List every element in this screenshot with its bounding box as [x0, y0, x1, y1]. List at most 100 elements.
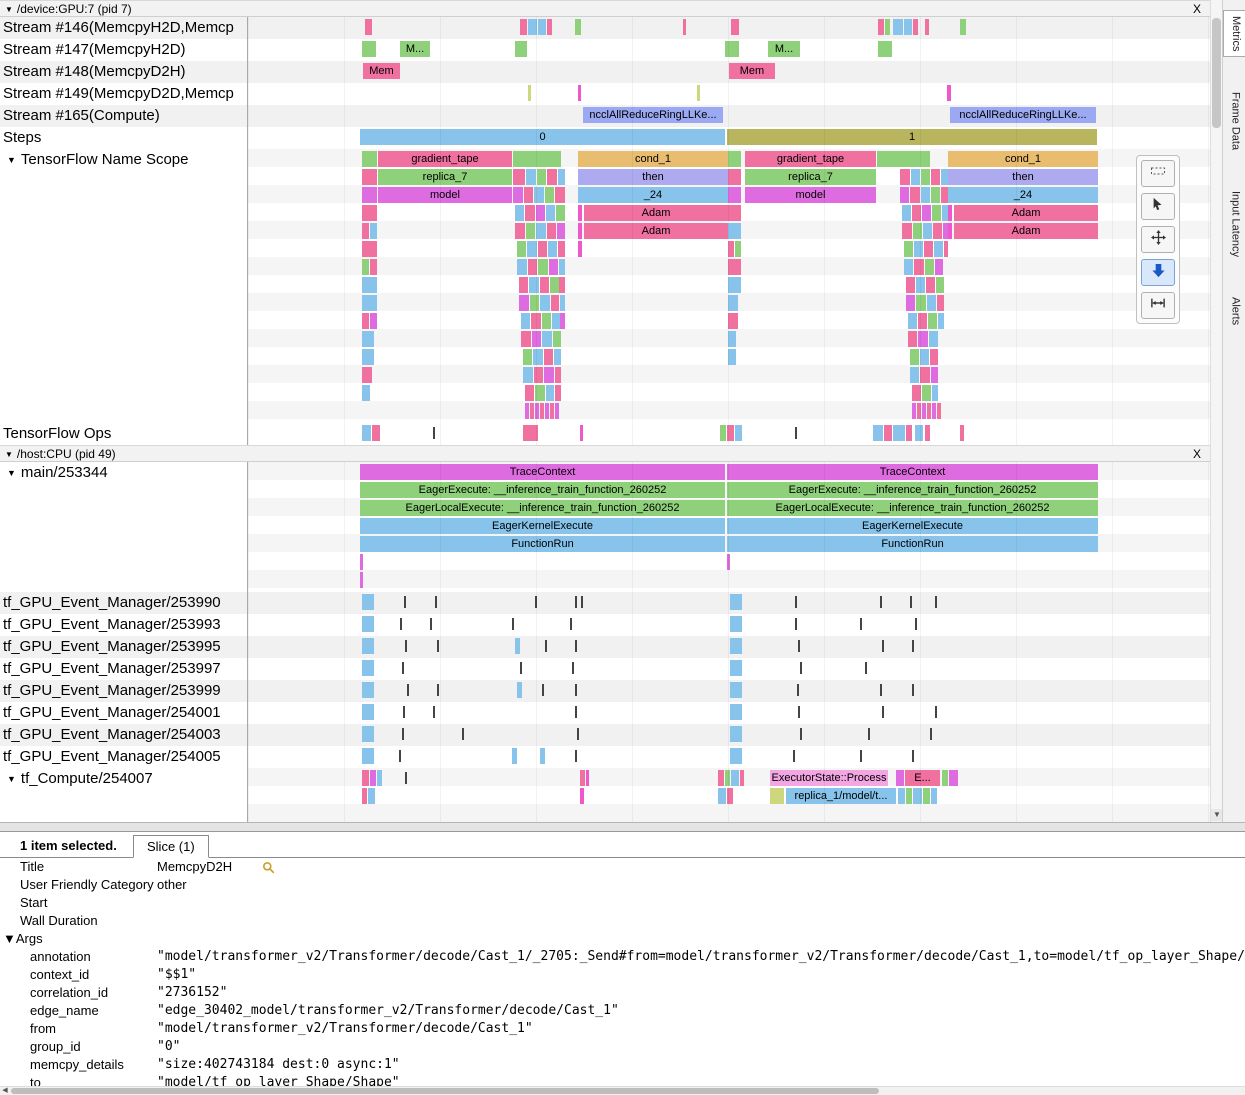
trace-slice[interactable]: [948, 223, 952, 239]
trace-slice[interactable]: [535, 385, 545, 401]
close-button[interactable]: X: [1193, 446, 1201, 463]
trace-slice[interactable]: [362, 788, 367, 804]
trace-slice[interactable]: [530, 403, 534, 419]
trace-slice[interactable]: [560, 313, 565, 329]
trace-slice[interactable]: [540, 295, 550, 311]
trace-slice[interactable]: [525, 403, 529, 419]
trace-tick[interactable]: [400, 618, 402, 630]
trace-slice[interactable]: [580, 425, 583, 441]
trace-slice[interactable]: [934, 241, 943, 257]
minimap-tool[interactable]: [1141, 160, 1175, 187]
trace-slice[interactable]: [925, 425, 930, 441]
trace-tick[interactable]: [915, 618, 917, 630]
trace-slice[interactable]: [528, 85, 531, 101]
trace-slice[interactable]: EagerKernelExecute: [360, 518, 725, 534]
trace-tick[interactable]: [575, 706, 577, 718]
trace-slice[interactable]: [918, 313, 927, 329]
trace-slice[interactable]: [513, 187, 523, 203]
trace-slice[interactable]: [538, 259, 548, 275]
trace-slice[interactable]: EagerExecute: __inference_train_function…: [360, 482, 725, 498]
trace-slice[interactable]: [521, 331, 531, 347]
trace-slice[interactable]: [740, 770, 744, 786]
trace-slice[interactable]: [538, 241, 547, 257]
trace-slice[interactable]: [362, 425, 371, 441]
trace-slice[interactable]: [730, 660, 742, 676]
trace-slice[interactable]: Adam: [954, 223, 1098, 239]
trace-slice[interactable]: [575, 19, 581, 35]
trace-tick[interactable]: [860, 618, 862, 630]
trace-slice[interactable]: [730, 726, 742, 742]
trace-slice[interactable]: [515, 205, 524, 221]
trace-slice[interactable]: [902, 223, 912, 239]
trace-slice[interactable]: EagerLocalExecute: __inference_train_fun…: [727, 500, 1098, 516]
trace-slice[interactable]: Adam: [954, 205, 1098, 221]
trace-slice[interactable]: [893, 19, 903, 35]
trace-slice[interactable]: cond_1: [578, 151, 728, 167]
trace-slice[interactable]: [362, 187, 377, 203]
trace-slice[interactable]: [725, 770, 730, 786]
trace-slice[interactable]: EagerLocalExecute: __inference_train_fun…: [360, 500, 725, 516]
trace-slice[interactable]: [720, 425, 726, 441]
horizontal-scrollbar[interactable]: ◀: [0, 1086, 1245, 1095]
trace-slice[interactable]: [525, 205, 535, 221]
trace-slice[interactable]: [525, 385, 534, 401]
trace-slice[interactable]: ncclAllReduceRingLLKe...: [950, 107, 1096, 123]
trace-slice[interactable]: [904, 241, 913, 257]
trace-slice[interactable]: [728, 349, 736, 365]
trace-slice[interactable]: [728, 187, 741, 203]
trace-slice[interactable]: [526, 223, 535, 239]
trace-slice[interactable]: EagerExecute: __inference_train_function…: [727, 482, 1098, 498]
trace-slice[interactable]: [923, 788, 930, 804]
trace-slice[interactable]: [540, 403, 544, 419]
trace-slice[interactable]: [362, 331, 374, 347]
trace-slice[interactable]: [730, 616, 742, 632]
trace-slice[interactable]: [922, 205, 931, 221]
trace-slice[interactable]: [728, 259, 741, 275]
trace-slice[interactable]: [730, 748, 742, 764]
trace-slice[interactable]: [362, 594, 374, 610]
trace-slice[interactable]: Adam: [584, 223, 728, 239]
trace-slice[interactable]: [910, 187, 920, 203]
trace-slice[interactable]: [370, 313, 377, 329]
trace-tick[interactable]: [800, 728, 802, 740]
trace-slice[interactable]: [578, 205, 582, 221]
trace-slice[interactable]: [559, 277, 565, 293]
trace-slice[interactable]: [960, 19, 966, 35]
trace-slice[interactable]: [930, 349, 938, 365]
trace-slice[interactable]: [730, 704, 742, 720]
trace-slice[interactable]: then: [948, 169, 1098, 185]
trace-slice[interactable]: [911, 169, 920, 185]
trace-slice[interactable]: [718, 770, 724, 786]
trace-tick[interactable]: [860, 750, 862, 762]
trace-tick[interactable]: [880, 684, 882, 696]
trace-slice[interactable]: [517, 259, 527, 275]
trace-tick[interactable]: [798, 706, 800, 718]
trace-slice[interactable]: [368, 788, 375, 804]
trace-slice[interactable]: model: [745, 187, 876, 203]
trace-slice[interactable]: [927, 403, 931, 419]
trace-slice[interactable]: [683, 19, 686, 35]
trace-slice[interactable]: [370, 259, 377, 275]
trace-slice[interactable]: [362, 151, 377, 167]
trace-slice[interactable]: [925, 259, 934, 275]
trace-slice[interactable]: [914, 259, 924, 275]
collapse-icon[interactable]: ▼: [5, 450, 13, 459]
trace-slice[interactable]: [534, 367, 543, 383]
trace-slice[interactable]: [730, 638, 742, 654]
trace-slice[interactable]: [580, 788, 584, 804]
trace-slice[interactable]: [545, 187, 554, 203]
trace-slice[interactable]: [896, 770, 904, 786]
trace-slice[interactable]: [878, 41, 892, 57]
track-label[interactable]: ▼TensorFlow Name Scope: [0, 149, 248, 423]
trace-slice[interactable]: [906, 277, 915, 293]
trace-tick[interactable]: [399, 750, 401, 762]
trace-slice[interactable]: [365, 19, 372, 35]
trace-slice[interactable]: [915, 425, 923, 441]
trace-slice[interactable]: M...: [768, 41, 800, 57]
trace-slice[interactable]: [362, 770, 369, 786]
trace-slice[interactable]: [728, 331, 736, 347]
trace-tick[interactable]: [542, 684, 544, 696]
selection-tool[interactable]: [1141, 193, 1175, 220]
trace-slice[interactable]: [538, 19, 546, 35]
tab-slice[interactable]: Slice (1): [133, 835, 209, 858]
